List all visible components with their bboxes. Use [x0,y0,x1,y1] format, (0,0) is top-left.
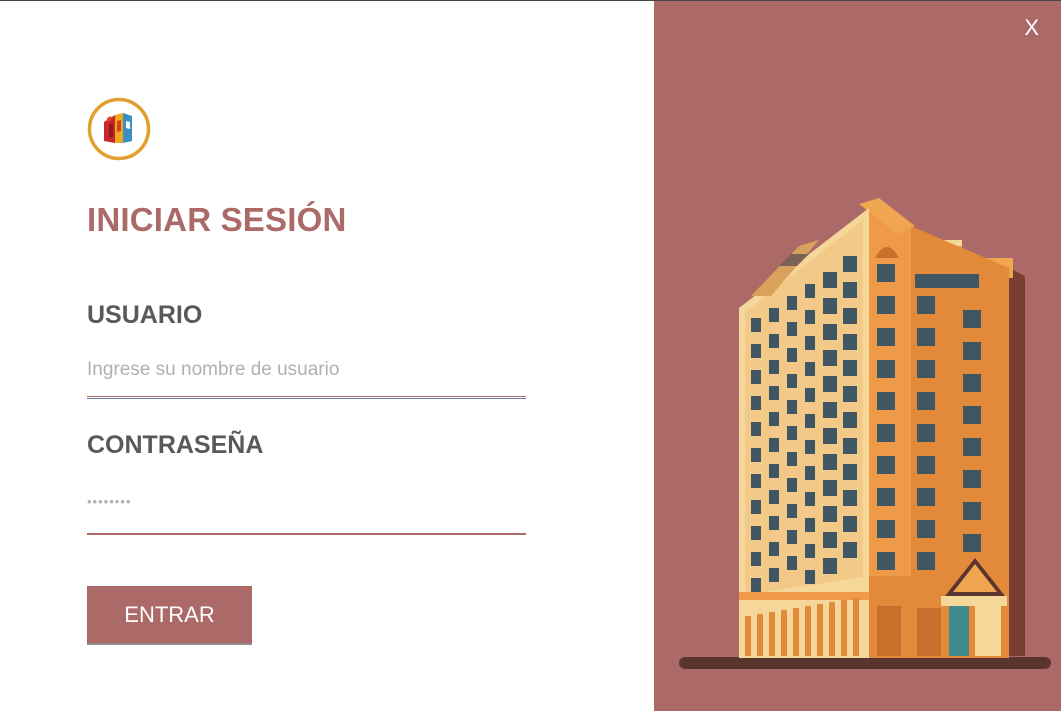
close-button[interactable]: X [1024,15,1039,41]
login-window: INICIAR SESIÓN USUARIO CONTRASEÑA ENTRAR… [0,0,1061,711]
username-underline [87,396,526,399]
username-label: USUARIO [87,301,203,329]
page-title: INICIAR SESIÓN [87,201,347,238]
password-field[interactable] [87,484,526,518]
hotel-building-illustration [679,198,1051,669]
password-underline [87,533,526,535]
login-form-panel: INICIAR SESIÓN USUARIO CONTRASEÑA ENTRAR [0,1,654,711]
illustration-panel: X [654,1,1061,711]
login-button[interactable]: ENTRAR [87,586,252,645]
password-label: CONTRASEÑA [87,431,264,459]
building-logo-icon [87,97,151,161]
username-field[interactable] [87,353,526,387]
